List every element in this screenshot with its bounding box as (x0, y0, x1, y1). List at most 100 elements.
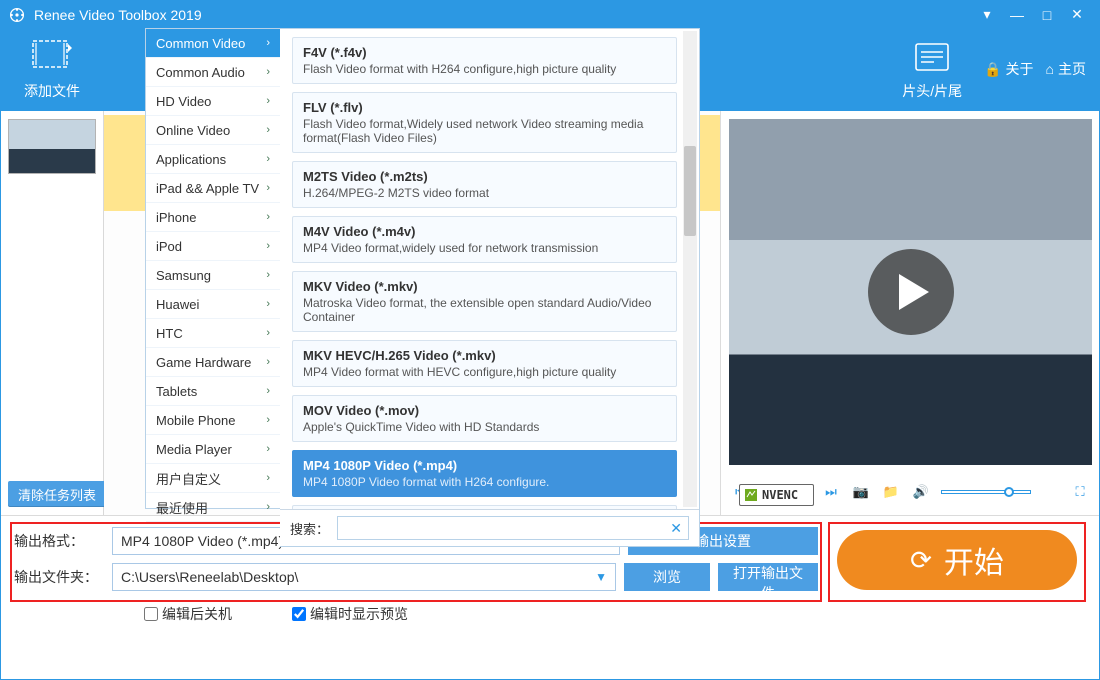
category-item[interactable]: iPod› (146, 232, 280, 261)
format-list-scroll[interactable]: F4V (*.f4v)Flash Video format with H264 … (280, 29, 699, 510)
start-label: 开始 (944, 538, 1004, 582)
play-overlay-icon[interactable] (868, 249, 954, 335)
chevron-right-icon: › (266, 66, 270, 78)
home-icon: ⌂ (1046, 61, 1054, 77)
category-label: 用户自定义 (156, 469, 221, 488)
open-output-button[interactable]: 打开输出文件 (718, 563, 818, 591)
add-file-label: 添加文件 (24, 81, 80, 101)
chevron-right-icon: › (266, 414, 270, 426)
format-item[interactable]: M4V Video (*.m4v)MP4 Video format,widely… (292, 216, 677, 263)
category-item[interactable]: Common Video› (146, 29, 280, 58)
category-label: Mobile Phone (156, 413, 236, 428)
format-item[interactable]: FLV (*.flv)Flash Video format,Widely use… (292, 92, 677, 153)
volume-icon[interactable]: 🔊 (911, 482, 931, 502)
category-item[interactable]: iPhone › (146, 203, 280, 232)
category-label: Media Player (156, 442, 232, 457)
category-item[interactable]: 最近使用 › (146, 493, 280, 522)
category-item[interactable]: 用户自定义› (146, 464, 280, 493)
format-desc: Flash Video format,Widely used network V… (303, 117, 666, 145)
format-title: MKV HEVC/H.265 Video (*.mkv) (303, 348, 666, 363)
output-dir-combo[interactable]: C:\Users\Reneelab\Desktop\ ▼ (112, 563, 616, 591)
preview-while-checkbox[interactable]: 编辑时显示预览 (292, 604, 408, 624)
category-label: Game Hardware (156, 355, 251, 370)
category-list: Common Video›Common Audio›HD Video›Onlin… (145, 29, 280, 509)
format-title: M2TS Video (*.m2ts) (303, 169, 666, 184)
format-desc: Apple's QuickTime Video with HD Standard… (303, 420, 666, 434)
category-item[interactable]: Applications› (146, 145, 280, 174)
search-input[interactable]: ✕ (337, 516, 689, 540)
format-list: F4V (*.f4v)Flash Video format with H264 … (280, 29, 699, 510)
category-label: Tablets (156, 384, 197, 399)
next-track-button[interactable]: ⏭ (821, 482, 841, 502)
title-bar: Renee Video Toolbox 2019 ▾ — □ ✕ (0, 0, 1100, 29)
category-item[interactable]: Common Audio› (146, 58, 280, 87)
window-minimize-button[interactable]: — (1002, 0, 1032, 29)
open-folder-button[interactable]: 📁 (881, 482, 901, 502)
category-item[interactable]: Samsung› (146, 261, 280, 290)
output-options: NVENC 输出格式： MP4 1080P Video (*.mp4) ▲ 输出… (14, 526, 818, 674)
window-close-button[interactable]: ✕ (1062, 0, 1092, 29)
category-label: HTC (156, 326, 183, 341)
start-button[interactable]: ⟳ 开始 (837, 530, 1077, 590)
snapshot-button[interactable]: 📷 (851, 482, 871, 502)
category-label: iPhone (156, 210, 196, 225)
format-desc: Matroska Video format, the extensible op… (303, 296, 666, 324)
output-dir-value: C:\Users\Reneelab\Desktop\ (121, 569, 298, 585)
head-tail-label: 片头/片尾 (902, 81, 962, 101)
category-item[interactable]: Media Player › (146, 435, 280, 464)
chevron-down-icon: ▼ (595, 570, 607, 584)
format-item[interactable]: MKV Video (*.mkv)Matroska Video format, … (292, 271, 677, 332)
chevron-right-icon: › (266, 443, 270, 455)
category-item[interactable]: iPad && Apple TV› (146, 174, 280, 203)
home-link[interactable]: ⌂ 主页 (1046, 59, 1086, 79)
category-item[interactable]: HD Video› (146, 87, 280, 116)
format-desc: MP4 1080P Video format with H264 configu… (303, 475, 666, 489)
chevron-right-icon: › (266, 269, 270, 281)
format-item[interactable]: MP4 1080P Video (*.mp4)MP4 1080P Video f… (292, 450, 677, 497)
preview-video[interactable] (729, 119, 1092, 465)
format-desc: H.264/MPEG-2 M2TS video format (303, 186, 666, 200)
fullscreen-button[interactable]: ⛶ (1070, 482, 1090, 502)
chevron-right-icon: › (266, 211, 270, 223)
scrollbar[interactable] (683, 31, 697, 507)
clear-tasks-button[interactable]: 清除任务列表 (8, 481, 106, 507)
format-search-row: 搜索： ✕ (280, 510, 699, 546)
category-label: HD Video (156, 94, 211, 109)
about-link[interactable]: 🔒 关于 (984, 59, 1033, 79)
output-dir-label: 输出文件夹： (14, 567, 104, 587)
category-item[interactable]: Tablets› (146, 377, 280, 406)
shutdown-after-checkbox[interactable]: 编辑后关机 (144, 604, 232, 624)
category-label: 最近使用 (156, 498, 208, 517)
format-title: F4V (*.f4v) (303, 45, 666, 60)
category-item[interactable]: Huawei› (146, 290, 280, 319)
app-logo-icon (8, 6, 26, 24)
category-item[interactable]: Game Hardware› (146, 348, 280, 377)
category-item[interactable]: Online Video› (146, 116, 280, 145)
format-item[interactable]: M2TS Video (*.m2ts) H.264/MPEG-2 M2TS vid… (292, 161, 677, 208)
category-item[interactable]: Mobile Phone › (146, 406, 280, 435)
format-list-panel: F4V (*.f4v)Flash Video format with H264 … (280, 29, 700, 547)
format-item[interactable]: MP4 720P Video (*.mp4) (292, 505, 677, 510)
home-label: 主页 (1058, 59, 1086, 79)
nvenc-badge: NVENC (739, 484, 814, 506)
window-settings-button[interactable]: ▾ (972, 0, 1002, 29)
chevron-right-icon: › (266, 501, 270, 513)
clear-search-icon[interactable]: ✕ (670, 520, 682, 537)
head-tail-button[interactable]: 片头/片尾 (892, 29, 972, 109)
preview-while-input[interactable] (292, 607, 306, 621)
chevron-right-icon: › (266, 124, 270, 136)
window-maximize-button[interactable]: □ (1032, 0, 1062, 29)
category-item[interactable]: HTC› (146, 319, 280, 348)
lock-icon: 🔒 (984, 61, 1001, 78)
browse-button[interactable]: 浏览 (624, 563, 710, 591)
format-item[interactable]: MKV HEVC/H.265 Video (*.mkv)MP4 Video fo… (292, 340, 677, 387)
source-thumbnail[interactable] (8, 119, 96, 174)
format-item[interactable]: F4V (*.f4v)Flash Video format with H264 … (292, 37, 677, 84)
shutdown-after-input[interactable] (144, 607, 158, 621)
chevron-right-icon: › (266, 298, 270, 310)
scrollbar-thumb[interactable] (684, 146, 696, 236)
volume-slider[interactable] (941, 490, 1031, 494)
preview-panel: ⏮ ▶ ■ ⏭ 📷 📁 🔊 ⛶ (720, 111, 1100, 515)
add-file-button[interactable]: 添加文件 (14, 29, 90, 109)
format-item[interactable]: MOV Video (*.mov)Apple's QuickTime Video… (292, 395, 677, 442)
